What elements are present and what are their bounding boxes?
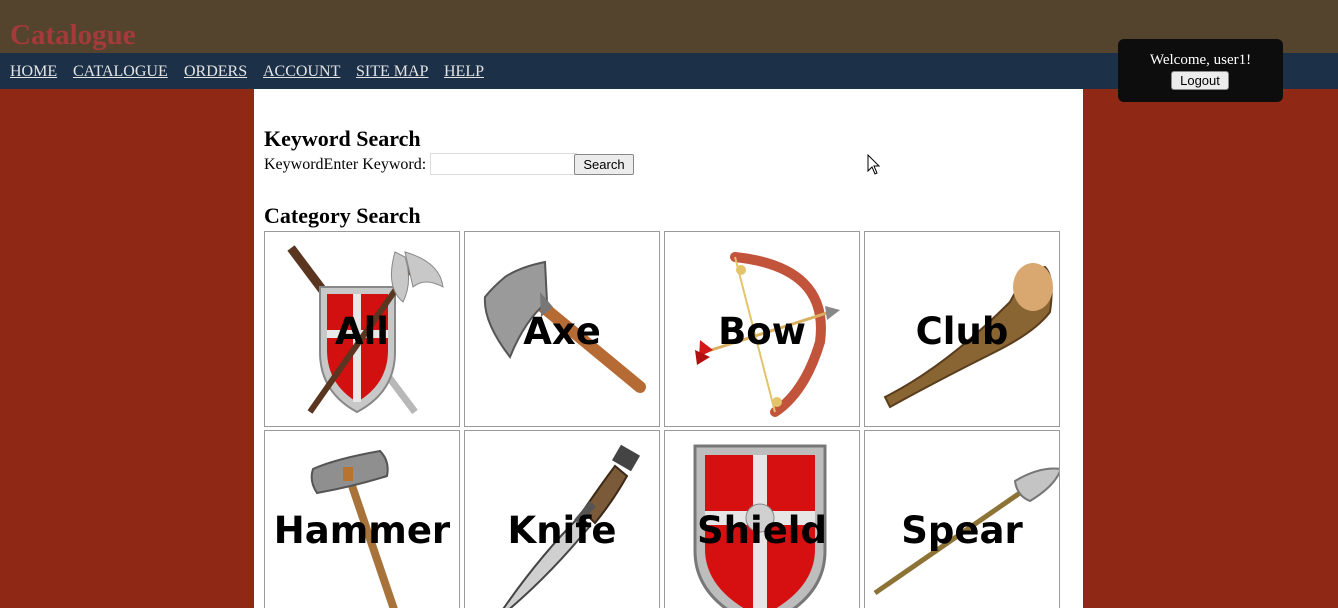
category-label: Shield (697, 509, 827, 552)
category-label: Spear (901, 509, 1023, 552)
keyword-input[interactable] (430, 153, 577, 175)
category-tile-bow[interactable]: Bow (664, 231, 860, 427)
nav-orders-link[interactable]: ORDERS (184, 63, 247, 81)
category-tile-all[interactable]: All (264, 231, 460, 427)
logout-button[interactable]: Logout (1171, 71, 1229, 90)
category-label: Knife (507, 509, 617, 552)
category-label: All (334, 310, 389, 353)
category-tile-spear[interactable]: Spear (864, 430, 1060, 608)
mouse-cursor-icon (867, 154, 881, 175)
category-tile-shield[interactable]: Shield (664, 430, 860, 608)
user-panel: Welcome, user1! Logout (1118, 39, 1283, 102)
nav-site-map-link[interactable]: SITE MAP (356, 63, 428, 81)
nav-help-link[interactable]: HELP (444, 63, 484, 81)
category-search-heading: Category Search (264, 203, 421, 228)
keyword-search-button[interactable]: Search (574, 154, 634, 175)
site-title: Catalogue (10, 19, 136, 51)
nav-catalogue-link[interactable]: CATALOGUE (73, 63, 168, 81)
welcome-message: Welcome, user1! (1149, 52, 1252, 68)
category-label: Hammer (273, 509, 451, 552)
keyword-search-heading: Keyword Search (264, 126, 421, 151)
category-label: Axe (523, 310, 601, 353)
main-content: Keyword Search KeywordEnter Keyword: Sea… (254, 89, 1083, 608)
category-label: Bow (718, 310, 806, 353)
nav-home-link[interactable]: HOME (10, 63, 57, 81)
category-label: Club (915, 310, 1009, 353)
keyword-label: KeywordEnter Keyword: (264, 156, 427, 173)
category-tile-knife[interactable]: Knife (464, 430, 660, 608)
category-tile-club[interactable]: Club (864, 231, 1060, 427)
category-tile-hammer[interactable]: Hammer (264, 430, 460, 608)
category-tile-axe[interactable]: Axe (464, 231, 660, 427)
nav-account-link[interactable]: ACCOUNT (263, 63, 340, 81)
